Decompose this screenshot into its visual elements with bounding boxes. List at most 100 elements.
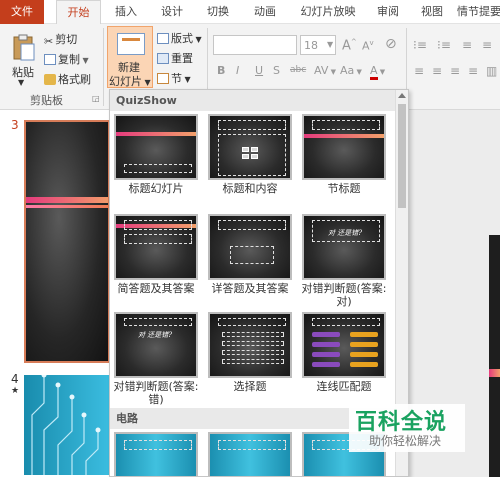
- content-icon: [242, 147, 249, 152]
- tab-insert[interactable]: 插入: [106, 0, 146, 24]
- layout-circuit-1[interactable]: [114, 432, 198, 476]
- placeholder: [222, 350, 284, 355]
- tab-slideshow[interactable]: 幻灯片放映: [292, 0, 364, 24]
- placeholder: [218, 318, 286, 326]
- tab-storyboard[interactable]: 情节提要: [454, 0, 500, 24]
- layout-matching[interactable]: [302, 312, 386, 378]
- tab-file[interactable]: 文件: [0, 0, 44, 24]
- layout-title-content[interactable]: [208, 114, 292, 180]
- bullets-icon[interactable]: ⁝≡: [413, 38, 427, 52]
- increase-indent-icon[interactable]: ≡: [482, 38, 492, 52]
- left-item-bar: [312, 362, 340, 367]
- section-icon: [157, 73, 169, 84]
- decorative-stripe: [304, 134, 384, 138]
- numbering-icon[interactable]: ⁝≡: [437, 38, 451, 52]
- shadow-button[interactable]: S: [273, 64, 280, 77]
- new-slide-icon: [117, 33, 145, 55]
- placeholder: [222, 332, 284, 337]
- new-slide-label-2: 幻灯片 ▼: [109, 75, 151, 88]
- layout-true-false-false[interactable]: 对 还是错?: [114, 312, 198, 378]
- tab-animations[interactable]: 动画: [244, 0, 286, 24]
- paste-icon[interactable]: [12, 34, 36, 62]
- left-item-bar: [312, 342, 340, 347]
- layout-title-slide[interactable]: [114, 114, 198, 180]
- underline-button[interactable]: U: [255, 64, 263, 77]
- section-label: 节: [171, 72, 182, 85]
- decorative-stripe: [489, 369, 500, 377]
- slide-thumbnail-4[interactable]: [24, 375, 110, 475]
- copy-label: 复制: [58, 53, 80, 66]
- placeholder: [218, 220, 286, 230]
- layout-circuit-2[interactable]: [208, 432, 292, 476]
- placeholder: [222, 341, 284, 346]
- brush-icon: [44, 74, 56, 85]
- chevron-down-icon[interactable]: ▼: [18, 78, 24, 87]
- shrink-font-button[interactable]: Av: [362, 39, 374, 53]
- content-icon: [242, 154, 249, 159]
- layout-true-false-true[interactable]: 对 还是错?: [302, 214, 386, 280]
- tab-transitions[interactable]: 切换: [198, 0, 238, 24]
- tab-review[interactable]: 审阅: [370, 0, 406, 24]
- columns-icon[interactable]: ▥: [486, 64, 497, 78]
- placeholder: [124, 164, 192, 173]
- format-painter-label: 格式刷: [58, 73, 91, 86]
- change-case-button[interactable]: Aa ▼: [340, 64, 362, 77]
- decrease-indent-icon[interactable]: ≡: [462, 38, 472, 52]
- section-button[interactable]: 节 ▼: [157, 70, 191, 86]
- animation-star-icon: ★: [11, 386, 20, 396]
- justify-icon[interactable]: ≡: [468, 64, 478, 78]
- layout-icon: [157, 33, 169, 44]
- group-divider: [103, 28, 104, 106]
- decorative-stripe: [26, 205, 108, 208]
- left-item-bar: [312, 352, 340, 357]
- slide-number: 3: [11, 118, 19, 132]
- scroll-up-icon[interactable]: [398, 93, 406, 98]
- slide-thumbnails-pane: 3 4 ★: [0, 110, 110, 477]
- cut-button[interactable]: ✂ 剪切: [44, 31, 77, 48]
- font-size-value: 18: [304, 39, 318, 52]
- reset-button[interactable]: 重置: [157, 50, 193, 66]
- char-spacing-button[interactable]: AV ▼: [314, 64, 336, 77]
- placeholder: [124, 234, 192, 244]
- reset-icon: [157, 53, 169, 64]
- italic-button[interactable]: I: [236, 64, 239, 77]
- layout-label: 对错判断题(答案:对): [301, 282, 387, 308]
- scroll-thumb[interactable]: [398, 104, 406, 208]
- slide-number: 4: [11, 372, 19, 386]
- format-painter-button[interactable]: 格式刷: [44, 71, 91, 87]
- font-size-input[interactable]: 18 ▼: [300, 35, 336, 55]
- layout-multiple-choice[interactable]: [208, 312, 292, 378]
- decorative-stripe: [26, 197, 108, 203]
- new-slide-button[interactable]: 新建 幻灯片 ▼: [107, 26, 153, 88]
- placeholder: [222, 359, 284, 364]
- bold-button[interactable]: B: [217, 64, 225, 77]
- align-right-icon[interactable]: ≡: [450, 64, 460, 78]
- layout-label: 详答题及其答案: [211, 282, 289, 295]
- placeholder: [124, 220, 192, 230]
- grow-font-button[interactable]: A^: [342, 38, 357, 53]
- ribbon-tab-bar: 文件 开始 插入 设计 切换 动画 幻灯片放映 审阅 视图 情节提要: [0, 0, 500, 25]
- layout-long-answer[interactable]: [208, 214, 292, 280]
- dialog-launcher-icon[interactable]: ◲: [92, 94, 100, 103]
- layout-short-answer[interactable]: [114, 214, 198, 280]
- align-left-icon[interactable]: ≡: [414, 64, 424, 78]
- layout-label: 选择题: [233, 380, 267, 393]
- layout-button[interactable]: 版式 ▼: [157, 30, 202, 46]
- watermark: 百科全说 助你轻松解决: [349, 404, 465, 452]
- placeholder: [312, 318, 380, 326]
- font-name-input[interactable]: [213, 35, 297, 55]
- clear-format-icon[interactable]: ⊘: [385, 36, 397, 52]
- strikethrough-button[interactable]: abc: [290, 65, 306, 75]
- right-item-bar: [350, 352, 378, 357]
- align-center-icon[interactable]: ≡: [432, 64, 442, 78]
- tab-view[interactable]: 视图: [414, 0, 450, 24]
- placeholder: [124, 440, 192, 450]
- slide-thumbnail-3[interactable]: [24, 120, 110, 363]
- tab-design[interactable]: 设计: [152, 0, 192, 24]
- layout-section-header[interactable]: [302, 114, 386, 180]
- copy-button[interactable]: 复制 ▼: [44, 51, 89, 67]
- handwriting-label: 对 还是错?: [328, 229, 362, 237]
- placeholder: [218, 440, 286, 450]
- tab-home[interactable]: 开始: [56, 0, 101, 25]
- font-color-button[interactable]: A ▼: [370, 64, 385, 80]
